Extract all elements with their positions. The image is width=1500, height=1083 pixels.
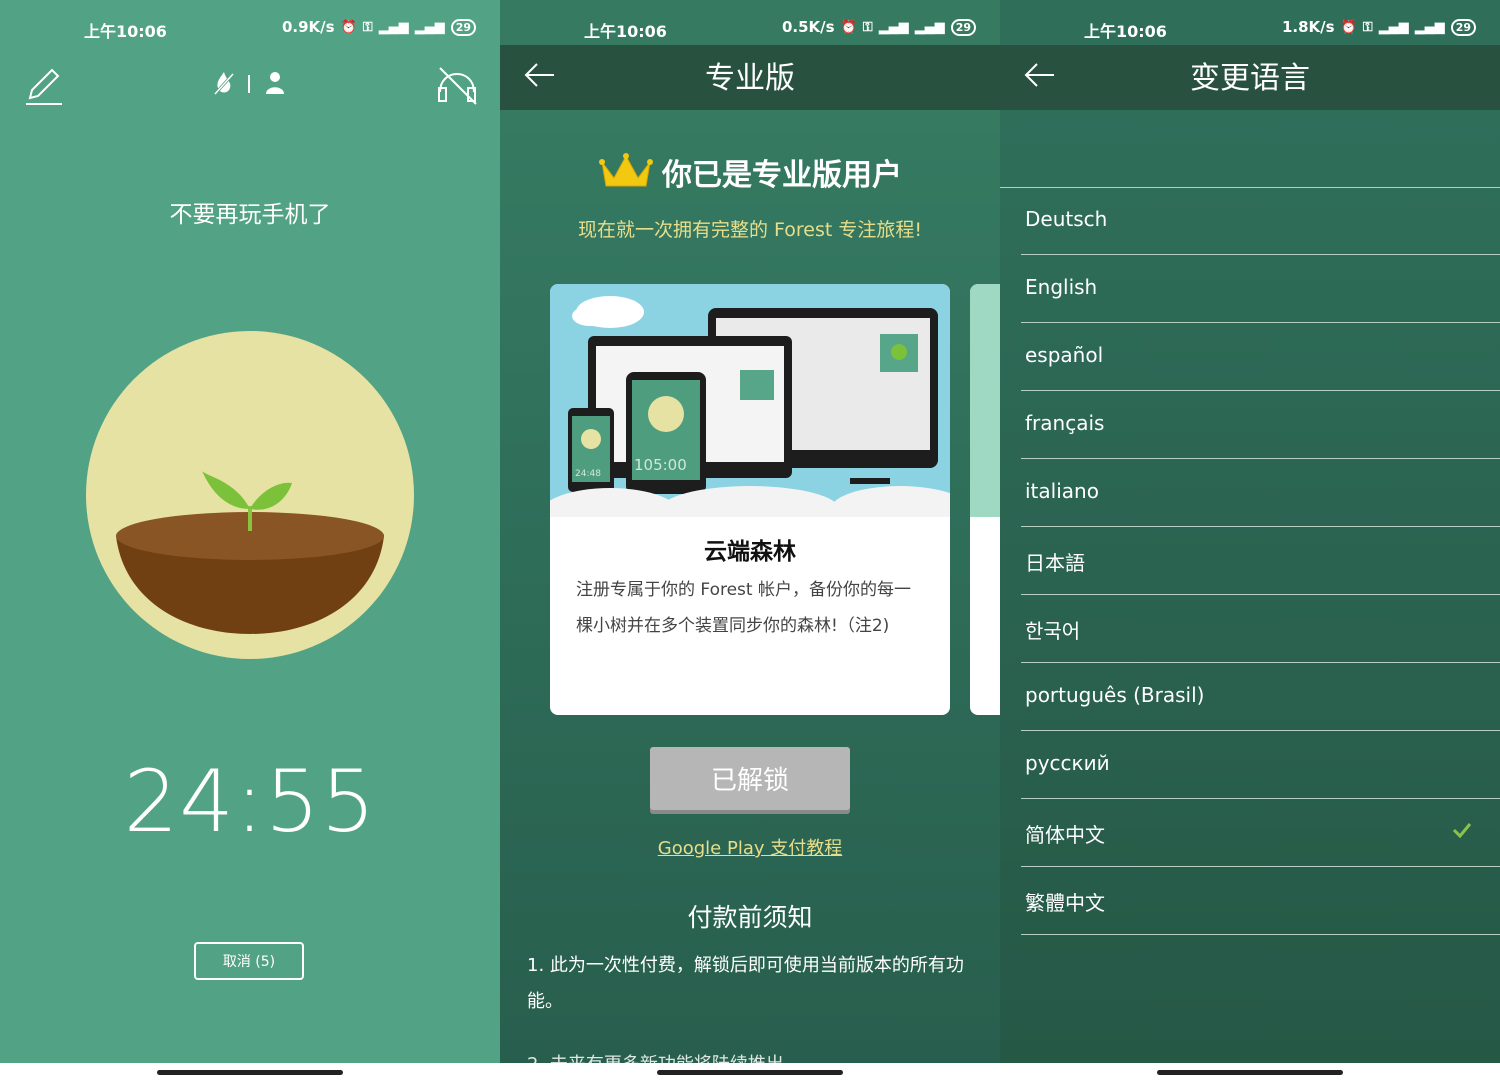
- language-item-traditional-chinese[interactable]: 繁體中文: [1021, 867, 1500, 935]
- selected-check-icon: [1452, 823, 1472, 839]
- key-icon: ⚿: [1362, 19, 1373, 35]
- page-title: 专业版: [705, 61, 795, 96]
- home-indicator: [500, 1063, 1000, 1083]
- feature-title: 云端森林: [704, 539, 796, 565]
- pro-version-screen: 上午10:06 0.5K/s ⏰ ⚿ ▂▄▆ ▂▄▆ 29 专业版 你已是专业版…: [500, 0, 1000, 1063]
- status-indicators: 1.8K/s ⏰ ⚿ ▂▄▆ ▂▄▆ 29: [1282, 18, 1476, 36]
- pro-subtitle: 现在就一次拥有完整的 Forest 专注旅程!: [577, 219, 922, 241]
- toolbar-divider: [248, 75, 250, 93]
- signal-icon: ▂▄▆: [378, 19, 409, 35]
- phone-timer-text: 24:48: [575, 469, 601, 479]
- google-play-payment-tutorial-link[interactable]: Google Play 支付教程: [500, 834, 1000, 860]
- signal-icon-2: ▂▄▆: [414, 19, 445, 35]
- language-label: 日本語: [1025, 551, 1085, 575]
- signal-icon-2: ▂▄▆: [1414, 19, 1445, 35]
- language-item-espanol[interactable]: español: [1021, 323, 1500, 391]
- battery-icon: 29: [1450, 18, 1476, 36]
- focus-timer-screen: 上午10:06 0.9K/s ⏰ ⚿ ▂▄▆ ▂▄▆ 29 不要再玩手机了 24…: [0, 0, 500, 1063]
- headphones-off-icon[interactable]: [436, 64, 478, 106]
- countdown-timer: 24:55: [123, 752, 377, 852]
- language-label: 한국어: [1025, 619, 1081, 643]
- alarm-icon: ⏰: [840, 19, 857, 35]
- battery-icon: 29: [450, 18, 476, 36]
- language-item-italiano[interactable]: italiano: [1021, 459, 1500, 527]
- top-toolbar: [0, 60, 500, 110]
- pro-badge: 你已是专业版用户: [500, 150, 1000, 194]
- status-bar: 上午10:06 0.5K/s ⏰ ⚿ ▂▄▆ ▂▄▆ 29: [500, 16, 1000, 42]
- language-item-russian[interactable]: русский: [1021, 731, 1500, 799]
- crown-icon: [599, 153, 653, 187]
- focus-message: 不要再玩手机了: [169, 202, 331, 228]
- language-item-francais[interactable]: français: [1021, 391, 1500, 459]
- signal-icon: ▂▄▆: [878, 19, 909, 35]
- home-indicator: [1000, 1063, 1500, 1083]
- language-settings-screen: 上午10:06 1.8K/s ⏰ ⚿ ▂▄▆ ▂▄▆ 29 变更语言 Deuts…: [1000, 0, 1500, 1063]
- status-indicators: 0.5K/s ⏰ ⚿ ▂▄▆ ▂▄▆ 29: [782, 18, 976, 36]
- next-feature-card-peek[interactable]: [970, 284, 1000, 715]
- network-speed: 0.9K/s: [281, 18, 335, 36]
- language-label: 简体中文: [1025, 823, 1105, 847]
- status-bar: 上午10:06 1.8K/s ⏰ ⚿ ▂▄▆ ▂▄▆ 29: [1000, 16, 1500, 42]
- notice-item-1: 1. 此为一次性付费，解锁后即可使用当前版本的所有功能。: [527, 955, 964, 1012]
- signal-icon: ▂▄▆: [1378, 19, 1409, 35]
- unlocked-button[interactable]: 已解锁: [650, 747, 850, 810]
- language-item-japanese[interactable]: 日本語: [1021, 527, 1500, 595]
- alarm-icon: ⏰: [1340, 19, 1357, 35]
- language-item-english[interactable]: English: [1021, 255, 1500, 323]
- status-indicators: 0.9K/s ⏰ ⚿ ▂▄▆ ▂▄▆ 29: [282, 18, 476, 36]
- battery-icon: 29: [950, 18, 976, 36]
- language-item-deutsch[interactable]: Deutsch: [1021, 187, 1500, 255]
- header-content: 变更语言: [1000, 45, 1500, 110]
- language-label: português (Brasil): [1025, 683, 1205, 707]
- network-speed: 1.8K/s: [1281, 18, 1335, 36]
- deep-focus-icon[interactable]: [212, 70, 236, 96]
- plant-pot-illustration: [86, 331, 414, 659]
- edit-pencil-icon[interactable]: [24, 66, 64, 106]
- language-label: 繁體中文: [1025, 891, 1105, 915]
- language-label: English: [1025, 275, 1098, 299]
- notice-heading: 付款前须知: [687, 903, 813, 932]
- feature-description: 注册专属于你的 Forest 帐户，备份你的每一棵小树并在多个装置同步你的森林!…: [576, 580, 911, 636]
- user-icon[interactable]: [264, 70, 286, 96]
- status-time: 上午10:06: [584, 22, 667, 41]
- language-item-simplified-chinese[interactable]: 简体中文: [1021, 799, 1500, 867]
- notice-item-2-partial: 2. 未来有更多新功能将陆续推出……: [527, 1050, 977, 1063]
- status-time: 上午10:06: [84, 22, 167, 41]
- cloud-forest-illustration: 105:00 24:48: [550, 284, 950, 517]
- language-list: Deutsch English español français italian…: [1000, 187, 1500, 935]
- page-title: 变更语言: [1190, 61, 1310, 96]
- status-bar: 上午10:06 0.9K/s ⏰ ⚿ ▂▄▆ ▂▄▆ 29: [0, 16, 500, 42]
- tablet-timer-text: 105:00: [634, 456, 687, 474]
- language-item-korean[interactable]: 한국어: [1021, 595, 1500, 663]
- language-item-portuguese-brasil[interactable]: português (Brasil): [1021, 663, 1500, 731]
- home-indicator: [0, 1063, 500, 1083]
- cancel-button[interactable]: 取消 (5): [194, 942, 304, 980]
- feature-card: 105:00 24:48 云端森林 注册专属于你的 Forest 帐户，备份你的…: [550, 284, 950, 715]
- pro-status-text: 你已是专业版用户: [662, 158, 902, 193]
- header-content: 专业版: [500, 45, 1000, 110]
- key-icon: ⚿: [362, 19, 373, 35]
- language-label: Deutsch: [1025, 207, 1108, 231]
- signal-icon-2: ▂▄▆: [914, 19, 945, 35]
- network-speed: 0.5K/s: [781, 18, 835, 36]
- language-label: italiano: [1025, 479, 1099, 503]
- language-label: español: [1025, 343, 1104, 367]
- language-label: français: [1025, 411, 1105, 435]
- language-label: русский: [1025, 751, 1110, 775]
- status-time: 上午10:06: [1084, 22, 1167, 41]
- key-icon: ⚿: [862, 19, 873, 35]
- alarm-icon: ⏰: [340, 19, 357, 35]
